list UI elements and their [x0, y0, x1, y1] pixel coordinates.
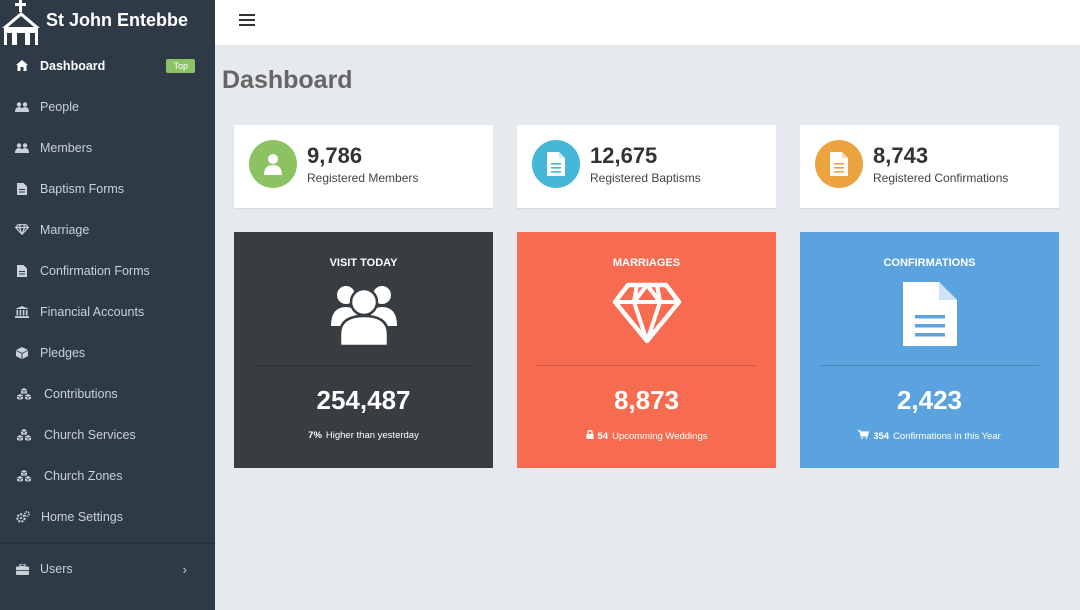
home-icon: [14, 59, 30, 73]
sidebar-item-label: Confirmation Forms: [40, 263, 150, 278]
sidebar-item-label: Users: [40, 562, 73, 576]
briefcase-icon: [14, 562, 30, 576]
panel-value: 254,487: [316, 385, 411, 415]
file-icon: [532, 140, 580, 188]
stat-label: Registered Confirmations: [873, 171, 1009, 185]
sidebar-item-baptism-forms[interactable]: Baptism Forms: [0, 168, 215, 209]
chevron-right-icon: ›: [182, 561, 187, 577]
sidebar-item-label: Dashboard: [40, 58, 106, 73]
panel-subtext: 354 Confirmations in this Year: [800, 430, 1059, 442]
sidebar-item-label: Contributions: [44, 386, 118, 401]
diamond-icon: [517, 282, 776, 344]
stat-registered-members: 9,786 Registered Members: [234, 125, 493, 208]
panel-divider: [537, 365, 756, 366]
sidebar-item-label: Church Services: [44, 427, 136, 442]
file-icon: [815, 140, 863, 188]
brand[interactable]: St John Entebbe: [0, 0, 215, 45]
church-icon: [0, 0, 44, 45]
sidebar-item-home-settings[interactable]: Home Settings: [0, 496, 215, 537]
file-icon: [14, 182, 30, 196]
file-icon: [14, 264, 30, 278]
stat-value: 12,675: [590, 143, 658, 168]
panel-confirmations: CONFIRMATIONS 2,423 354 Confirmations in…: [800, 232, 1059, 468]
sidebar-item-members[interactable]: Members: [0, 127, 215, 168]
sidebar-item-label: Baptism Forms: [40, 181, 125, 196]
cubes-icon: [14, 387, 34, 401]
cogs-icon: [14, 510, 31, 524]
stat-label: Registered Baptisms: [590, 171, 701, 185]
sidebar-item-label: Marriage: [40, 222, 90, 237]
page-title: Dashboard: [222, 66, 353, 94]
top-header: [215, 0, 1080, 46]
sidebar-item-label: Home Settings: [41, 509, 123, 524]
users-icon: [234, 282, 493, 346]
sidebar-item-label: Pledges: [40, 345, 86, 360]
panel-subtext-strong: 7%: [308, 430, 322, 441]
panel-divider: [820, 365, 1039, 366]
sidebar-item-label: Members: [40, 140, 93, 155]
panel-title: VISIT TODAY: [329, 257, 398, 269]
user-icon: [249, 140, 297, 188]
sidebar: St John Entebbe Dashboard Top People Mem…: [0, 0, 215, 610]
users-icon: [14, 100, 30, 114]
hamburger-icon[interactable]: [239, 14, 255, 28]
sidebar-item-marriage[interactable]: Marriage: [0, 209, 215, 250]
users-icon: [14, 141, 30, 155]
panel-divider: [254, 365, 473, 366]
sidebar-item-label: Financial Accounts: [40, 304, 145, 319]
lock-icon: [586, 430, 594, 442]
panel-subtext: 54 Upcomming Weddings: [517, 430, 776, 442]
stat-label: Registered Members: [307, 171, 419, 185]
panel-value: 8,873: [613, 385, 680, 415]
sidebar-item-confirmation-forms[interactable]: Confirmation Forms: [0, 250, 215, 291]
cubes-icon: [14, 469, 34, 483]
panel-subtext-label: Confirmations in this Year: [893, 430, 1001, 442]
panel-title: CONFIRMATIONS: [883, 257, 976, 269]
bank-icon: [14, 305, 30, 319]
sidebar-item-financial-accounts[interactable]: Financial Accounts: [0, 291, 215, 332]
sidebar-item-church-zones[interactable]: Church Zones: [0, 455, 215, 496]
cubes-icon: [14, 428, 34, 442]
brand-title: St John Entebbe: [46, 10, 189, 30]
stat-value: 8,743: [873, 143, 929, 168]
sidebar-item-label: People: [40, 99, 79, 114]
sidebar-item-label: Church Zones: [44, 468, 123, 483]
panel-subtext-strong: 54: [597, 430, 609, 442]
panel-visit-today: VISIT TODAY 254,487 7% Higher than yeste…: [234, 232, 493, 468]
sidebar-item-contributions[interactable]: Contributions: [0, 373, 215, 414]
panel-marriages: MARRIAGES 8,873 54 Upcomming Weddings: [517, 232, 776, 468]
panel-title: MARRIAGES: [612, 257, 681, 269]
sidebar-item-dashboard[interactable]: Dashboard Top: [0, 45, 215, 86]
stat-registered-confirmations: 8,743 Registered Confirmations: [800, 125, 1059, 208]
panel-subtext-label: Upcomming Weddings: [612, 430, 708, 442]
sidebar-item-church-services[interactable]: Church Services: [0, 414, 215, 455]
diamond-icon: [14, 223, 30, 237]
sidebar-item-users[interactable]: Users ›: [0, 544, 215, 594]
top-badge: Top: [166, 58, 195, 73]
cart-icon: [858, 430, 870, 442]
stat-value: 9,786: [307, 143, 363, 168]
file-icon: [800, 282, 1059, 346]
sidebar-nav: Dashboard Top People Members Baptism For…: [0, 45, 215, 537]
panel-subtext-label: Higher than yesterday: [325, 430, 419, 441]
cube-icon: [14, 346, 30, 360]
panel-value: 2,423: [896, 385, 963, 415]
panel-subtext: 7% Higher than yesterday: [234, 430, 493, 441]
sidebar-item-pledges[interactable]: Pledges: [0, 332, 215, 373]
panel-subtext-strong: 354: [873, 430, 890, 442]
stat-registered-baptisms: 12,675 Registered Baptisms: [517, 125, 776, 208]
sidebar-item-people[interactable]: People: [0, 86, 215, 127]
